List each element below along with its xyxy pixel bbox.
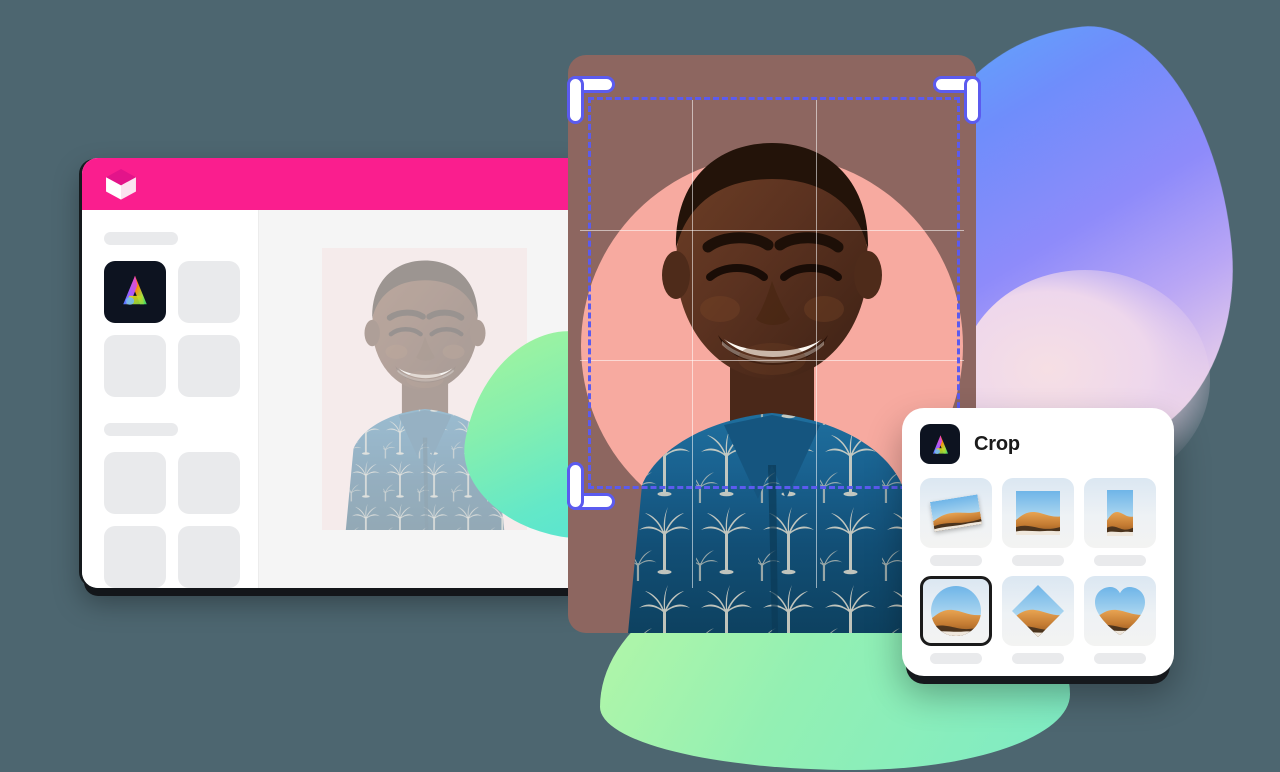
crop-option-diamond[interactable] (1002, 576, 1074, 664)
crop-option-caption (1094, 653, 1146, 664)
crop-circle-icon (920, 576, 992, 646)
sidebar-tile-grid-1 (104, 261, 240, 397)
cube-logo-icon (104, 167, 138, 201)
app-body (82, 210, 590, 588)
crop-panel-title: Crop (974, 432, 1020, 455)
crop-options-grid (920, 478, 1156, 664)
sidebar-item-placeholder-8[interactable] (178, 526, 240, 588)
app-titlebar (82, 158, 590, 210)
sidebar-item-placeholder-3[interactable] (104, 335, 166, 397)
crop-diamond-icon (1002, 576, 1074, 646)
app-window (82, 158, 590, 588)
crop-option-caption (930, 653, 982, 664)
sidebar-item-placeholder-6[interactable] (178, 452, 240, 514)
app-canvas[interactable] (258, 210, 590, 588)
crop-portrait-icon (1084, 478, 1156, 548)
crop-panel-header: Crop (920, 424, 1156, 464)
crop-tool-panel: Crop (902, 408, 1174, 676)
portrait-artboard[interactable] (322, 248, 527, 530)
crop-option-portrait[interactable] (1084, 478, 1156, 566)
adobe-express-a-icon (920, 424, 960, 464)
crop-option-square[interactable] (1002, 478, 1074, 566)
sidebar-section-label-1 (104, 232, 178, 245)
sidebar-section-label-2 (104, 423, 178, 436)
sidebar-item-placeholder-5[interactable] (104, 452, 166, 514)
crop-option-caption (1094, 555, 1146, 566)
crop-freeform-icon (920, 478, 992, 548)
crop-option-caption (1012, 555, 1064, 566)
app-sidebar (82, 210, 258, 588)
adobe-express-a-icon (114, 269, 156, 316)
sidebar-item-placeholder-4[interactable] (178, 335, 240, 397)
crop-option-freeform[interactable] (920, 478, 992, 566)
screenshot-stage: Crop (0, 0, 1280, 772)
crop-square-icon (1002, 478, 1074, 548)
sidebar-item-adobe-express[interactable] (104, 261, 166, 323)
sidebar-item-placeholder-2[interactable] (178, 261, 240, 323)
artboard-portrait-image (322, 248, 527, 530)
sidebar-item-placeholder-7[interactable] (104, 526, 166, 588)
crop-heart-icon (1084, 576, 1156, 646)
crop-option-circle[interactable] (920, 576, 992, 664)
crop-option-heart[interactable] (1084, 576, 1156, 664)
crop-option-caption (930, 555, 982, 566)
sidebar-tile-grid-2 (104, 452, 240, 588)
crop-option-caption (1012, 653, 1064, 664)
